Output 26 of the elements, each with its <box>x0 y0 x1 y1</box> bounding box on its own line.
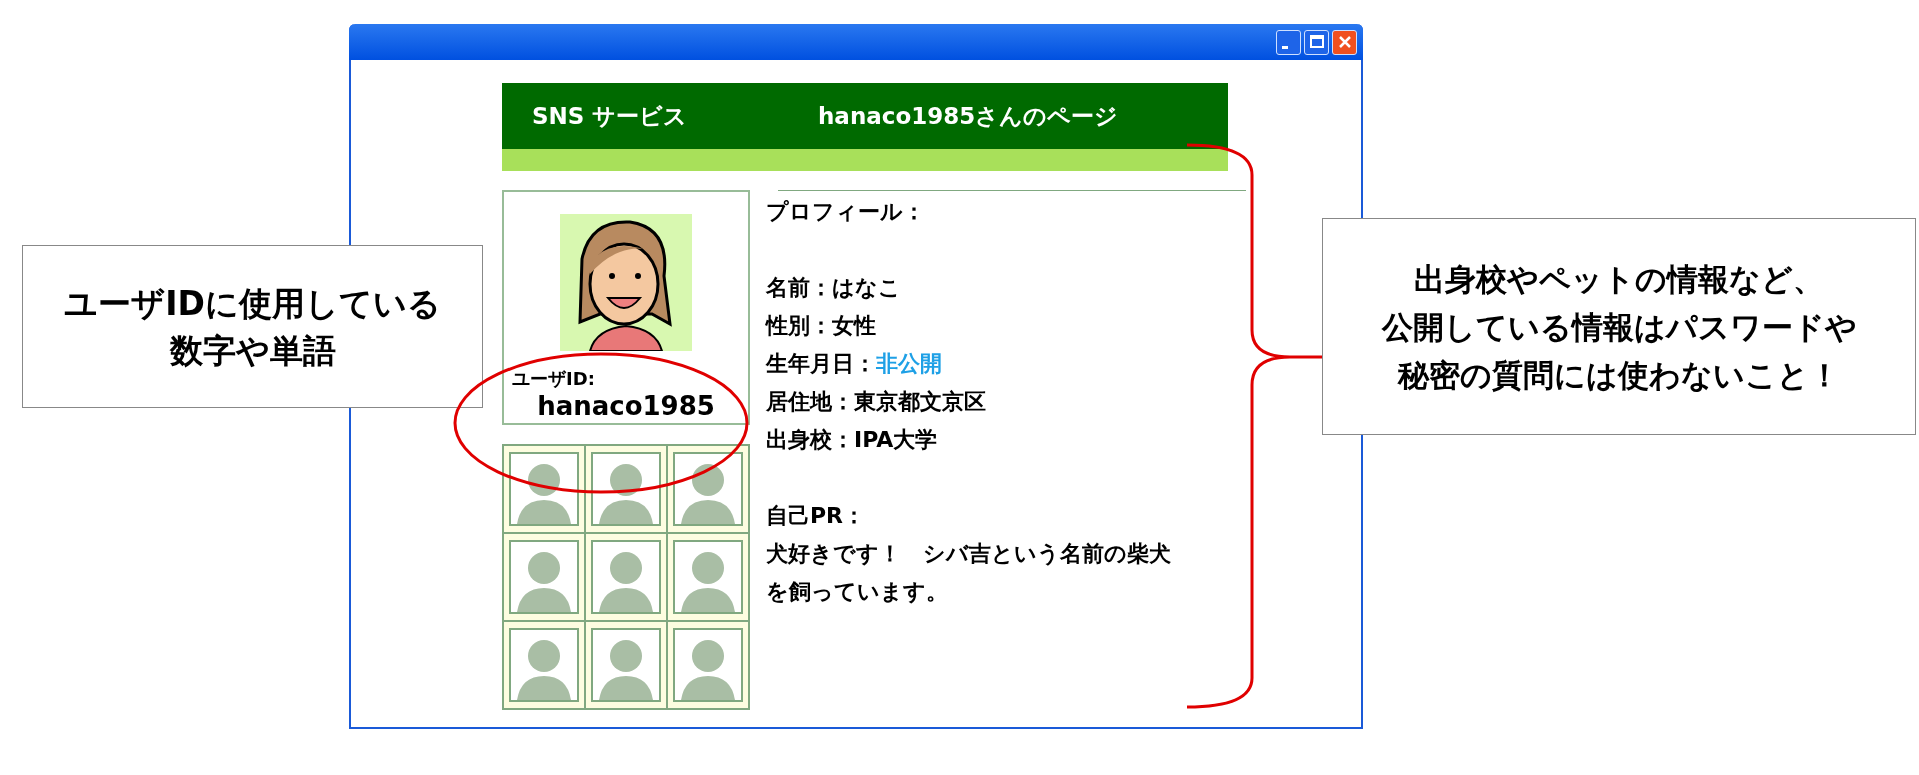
minimize-button[interactable] <box>1276 29 1301 55</box>
close-button[interactable] <box>1332 29 1357 55</box>
callout-text-line: 公開している情報はパスワードや <box>1381 307 1857 347</box>
callout-text-line: 秘密の質問には使わないこと！ <box>1398 355 1840 395</box>
minimize-icon <box>1281 45 1288 49</box>
maximize-button[interactable] <box>1304 29 1329 55</box>
user-id-label: ユーザID: <box>512 367 595 391</box>
pr-heading: 自己PR： <box>766 502 867 530</box>
pr-text-line: 犬好きです！ シバ吉という名前の柴犬 <box>766 540 1172 568</box>
callout-text-line: 出身校やペットの情報など、 <box>1414 259 1824 299</box>
profile-field: 居住地：東京都文京区 <box>766 383 1246 421</box>
service-name: SNS サービス <box>532 101 689 131</box>
profile-heading: プロフィール： <box>766 198 926 226</box>
callout-text-line: ユーザIDに使用している <box>64 282 441 325</box>
profile-field: 名前：はなこ <box>766 269 1246 307</box>
pr-text-line: を飼っています。 <box>766 578 949 606</box>
maximize-icon <box>1307 33 1326 51</box>
profile-field: 出身校：IPA大学 <box>766 421 1246 459</box>
person-silhouette-icon[interactable] <box>681 464 735 524</box>
user-id: hanaco1985 <box>537 391 715 421</box>
person-silhouette-icon[interactable] <box>599 464 653 524</box>
person-silhouette-icon[interactable] <box>517 464 571 524</box>
page-title: hanaco1985さんのページ <box>818 101 1119 131</box>
callout-text-line: 数字や単語 <box>169 329 336 372</box>
profile-field: 性別：女性 <box>766 307 1246 345</box>
profile-field: 生年月日：非公開 <box>766 345 1246 383</box>
